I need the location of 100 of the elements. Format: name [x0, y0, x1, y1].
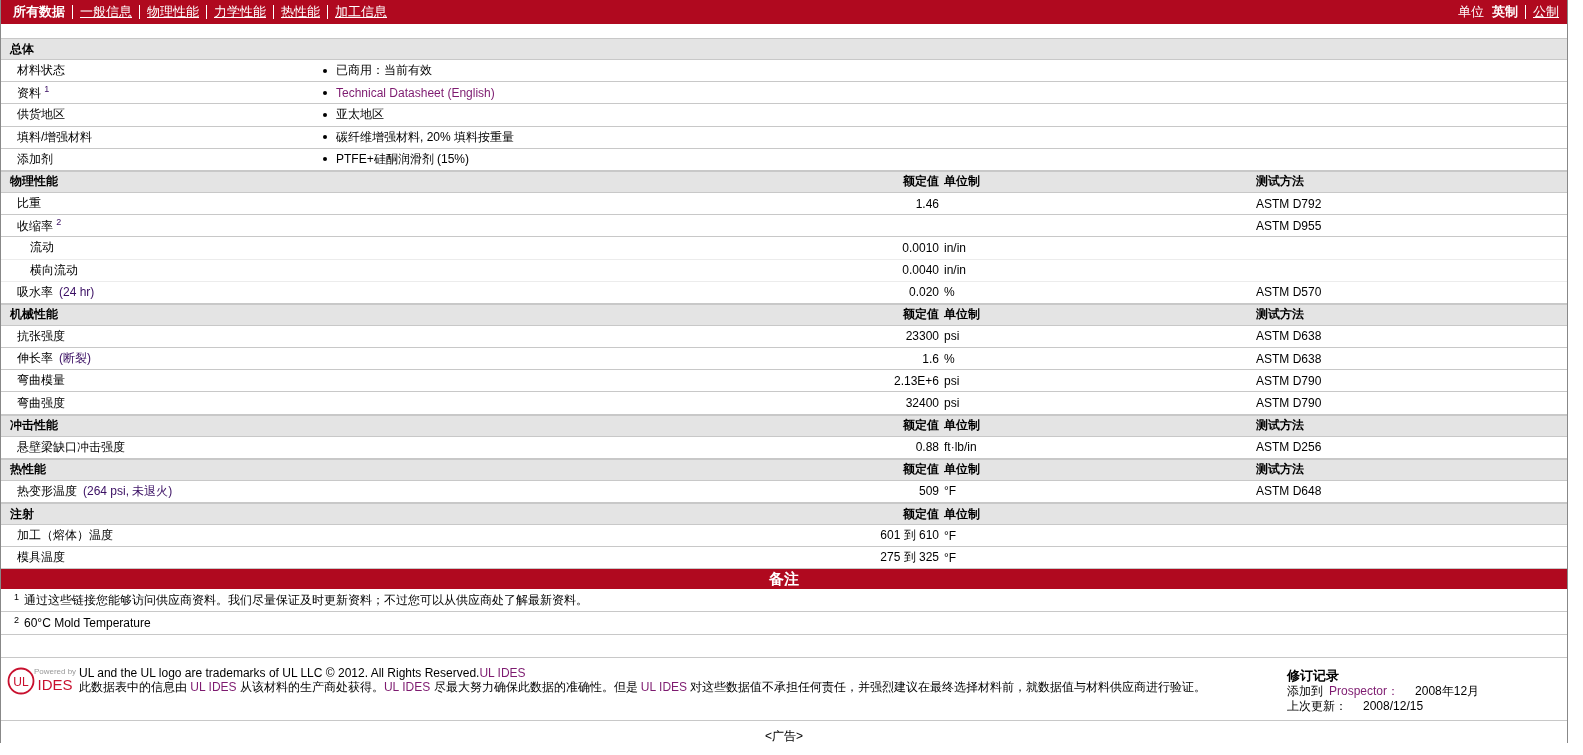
property-value: 1.6: [921, 351, 939, 366]
property-value: 亚太地区: [336, 106, 385, 124]
property-label: 横向流动: [29, 261, 78, 279]
ul-ides-link[interactable]: UL IDES: [190, 680, 237, 695]
tab-link[interactable]: 所有数据: [13, 3, 65, 21]
unit-text: psi: [943, 329, 961, 344]
property-label: 悬壁梁缺口冲击强度: [16, 438, 125, 456]
disclaimer-text: 此数据表中的信息由 UL IDES 从该材料的生产商处获得。UL IDES 尽最大努力确保此数据的准确性。但是 UL IDES 对这些数据值不承担任何责任，并强烈建议在最终选择材料前，就数据值与材料供应商进行验证。: [79, 680, 1208, 695]
bullet-icon: [323, 68, 327, 73]
property-label: 模具温度: [16, 549, 65, 567]
tab-link[interactable]: 力学性能: [214, 3, 266, 21]
unit-text: %: [943, 285, 956, 300]
column-header: 测试方法: [1256, 173, 1305, 191]
section-title: 物理性能: [9, 173, 59, 191]
trademark-notice: UL and the UL logo are trademarks of UL LLC © 2012. All Rights Reserved.UL IDES: [79, 666, 527, 681]
property-value: 601 到 610: [879, 527, 939, 545]
unit-text: ft·lb/in: [943, 440, 978, 455]
property-label: 填料/增强材料: [16, 128, 93, 146]
property-value: 0.020: [907, 285, 939, 300]
unit-link[interactable]: 英制: [1492, 3, 1518, 21]
column-header: 额定值: [902, 306, 939, 324]
column-header: 测试方法: [1256, 417, 1305, 435]
property-label: 材料状态: [16, 62, 65, 80]
datasheet-link[interactable]: Technical Datasheet (English): [336, 85, 1567, 100]
property-value: 1.46: [914, 196, 939, 211]
property-label: 添加剂: [16, 150, 53, 168]
test-method: ASTM D256: [1256, 440, 1323, 455]
property-value: 0.0040: [901, 263, 939, 278]
test-method: ASTM D955: [1256, 218, 1323, 233]
note-text: 60°C Mold Temperature: [24, 616, 151, 631]
revision-title: 修订记录: [1287, 668, 1339, 684]
property-value: 32400: [904, 396, 939, 411]
property-value: 已商用：当前有效: [336, 62, 433, 80]
units-label: 单位: [1458, 3, 1484, 21]
unit-text: psi: [943, 396, 961, 411]
property-label: 加工（熔体）温度: [16, 527, 113, 545]
unit-text: in/in: [943, 263, 967, 278]
tab-link[interactable]: 物理性能: [147, 3, 199, 21]
column-header: 单位制: [943, 173, 981, 191]
bullet-icon: [323, 135, 327, 140]
property-label: 弯曲强度: [16, 394, 65, 412]
bullet-icon: [323, 112, 327, 117]
column-header: 单位制: [943, 505, 981, 523]
unit-text: psi: [943, 373, 961, 388]
unit-link[interactable]: 公制: [1533, 3, 1559, 21]
property-value: PTFE+硅酮润滑剂 (15%): [336, 150, 471, 168]
property-value: 2.13E+6: [892, 373, 939, 388]
note-mark: 1: [14, 592, 19, 603]
bullet-icon: [323, 157, 327, 162]
section-title: 冲击性能: [9, 417, 59, 435]
column-header: 额定值: [902, 417, 939, 435]
ad-label: <广告>: [765, 729, 803, 744]
property-label: 流动: [29, 239, 54, 257]
property-qualifier: (264 psi, 未退火): [83, 482, 173, 500]
unit-text: °F: [943, 528, 958, 543]
prospector-link[interactable]: Prospector：: [1329, 684, 1400, 700]
property-label: 资料 $^{1}$: [16, 83, 50, 102]
ul-ides-link[interactable]: UL IDES: [383, 680, 431, 695]
property-label: 供货地区: [16, 106, 65, 124]
property-value: 0.88: [914, 440, 939, 455]
tab-link[interactable]: 加工信息: [335, 3, 387, 21]
bullet-icon: [323, 90, 327, 95]
test-method: ASTM D790: [1256, 396, 1323, 411]
ul-ides-link[interactable]: UL IDES: [640, 680, 688, 695]
property-label: 伸长率: [16, 350, 53, 368]
property-label: 比重: [16, 195, 41, 213]
column-header: 额定值: [902, 173, 939, 191]
property-value: 275 到 325: [879, 549, 939, 567]
column-header: 单位制: [943, 417, 981, 435]
property-value: 碳纤维增强材料, 20% 填料按重量: [336, 128, 516, 146]
unit-text: °F: [943, 550, 958, 565]
property-label: 抗张强度: [16, 327, 65, 345]
property-qualifier: (断裂): [59, 350, 91, 368]
test-method: ASTM D570: [1256, 285, 1323, 300]
section-title: 机械性能: [9, 306, 59, 324]
note-mark: 2: [14, 615, 19, 626]
test-method: ASTM D792: [1256, 196, 1323, 211]
test-method: ASTM D638: [1256, 329, 1323, 344]
column-header: 测试方法: [1256, 306, 1305, 324]
section-title: 热性能: [9, 461, 47, 479]
section-title: 注射: [9, 505, 35, 523]
revision-label: 添加到: [1287, 684, 1323, 700]
revision-date: 2008年12月: [1415, 684, 1480, 700]
test-method: ASTM D790: [1256, 373, 1323, 388]
property-value: 0.0010: [901, 240, 939, 255]
tab-link[interactable]: 一般信息: [80, 3, 132, 21]
column-header: 额定值: [902, 461, 939, 479]
unit-text: in/in: [943, 240, 967, 255]
section-title: 总体: [8, 40, 35, 58]
notes-title: 备注: [769, 569, 799, 589]
ul-ides-link[interactable]: UL IDES: [479, 666, 526, 681]
test-method: ASTM D648: [1256, 484, 1323, 499]
note-text: 通过这些链接您能够访问供应商资料。我们尽量保证及时更新资料；不过您可以从供应商处了解最新资料。: [24, 591, 588, 609]
column-header: 单位制: [943, 306, 981, 324]
property-label: 热变形温度: [16, 482, 77, 500]
unit-text: °F: [943, 484, 958, 499]
revision-date: 2008/12/15: [1363, 699, 1424, 715]
tab-link[interactable]: 热性能: [281, 3, 320, 21]
revision-label: 上次更新：: [1287, 699, 1347, 715]
ul-ides-logo: UL Powered by IDES: [7, 666, 77, 697]
